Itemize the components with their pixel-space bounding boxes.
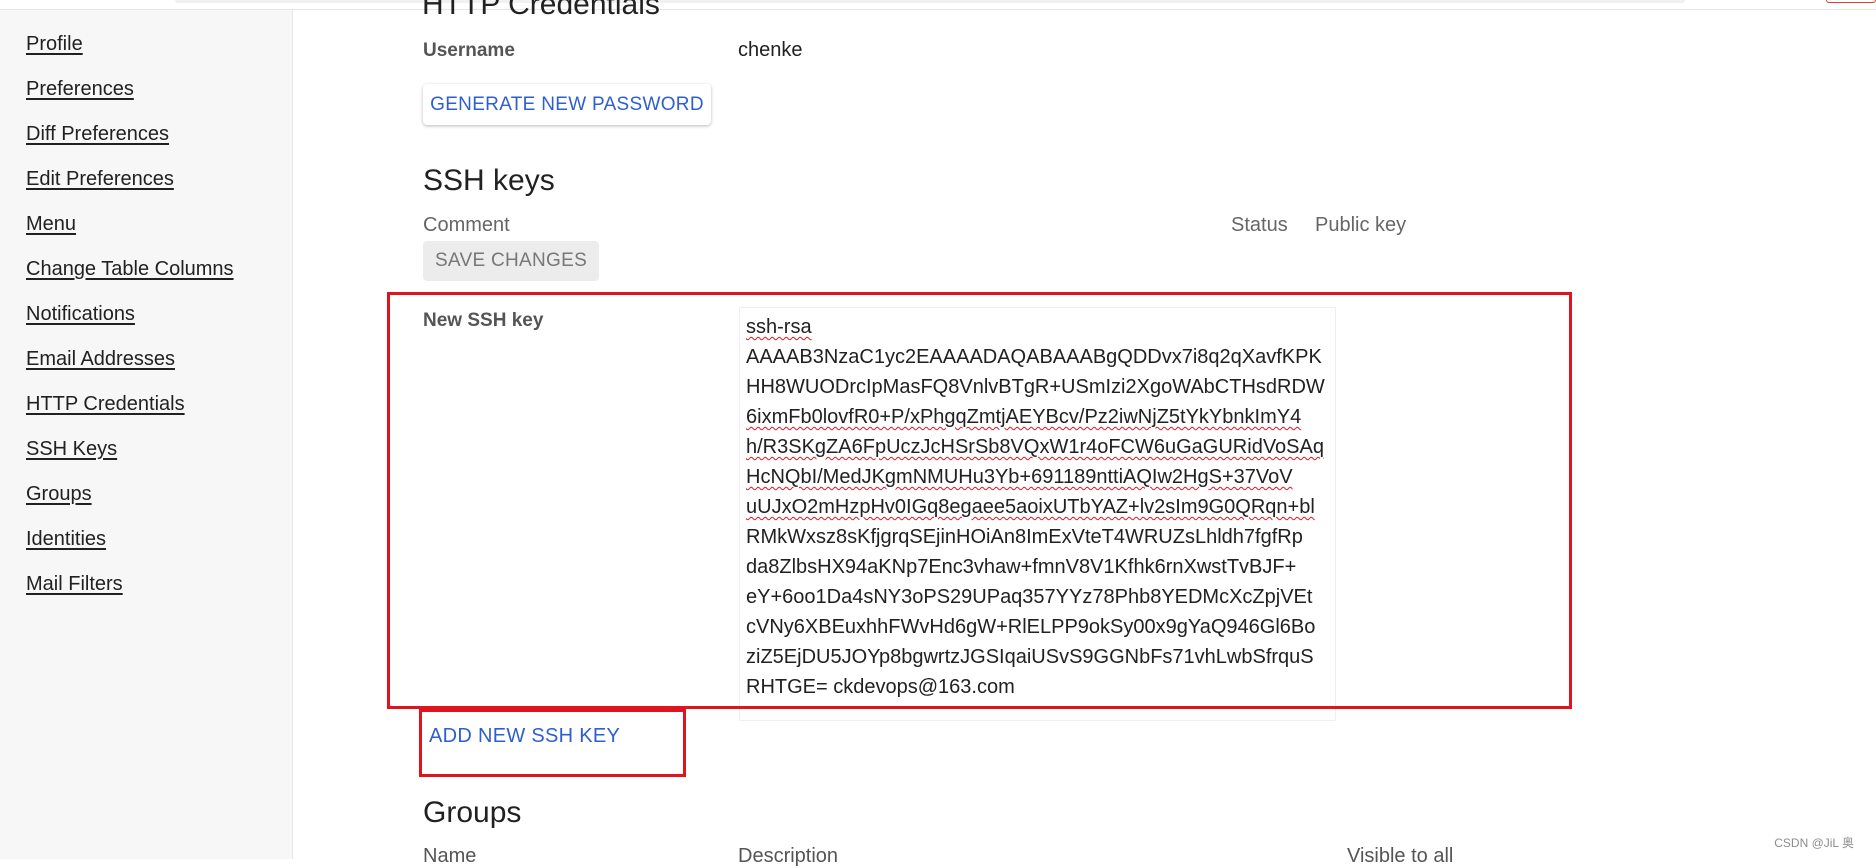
- groups-heading: Groups: [423, 796, 521, 830]
- generate-new-password-button[interactable]: GENERATE NEW PASSWORD: [423, 84, 711, 125]
- ssh-key-line-text: h/R3SKgZA6FpUczJcHSrSb8VQxW1r4oFCW6uGaGU…: [746, 436, 1324, 458]
- ssh-key-line: RHTGE= ckdevops@163.com: [746, 672, 1329, 702]
- ssh-key-line: RMkWxsz8sKfjgrqSEjinHOiAn8ImExVteT4WRUZs…: [746, 522, 1329, 552]
- sidebar-item-identities[interactable]: Identities: [26, 528, 106, 551]
- group-description-column-header: Description: [738, 845, 838, 868]
- ssh-keys-heading: SSH keys: [423, 164, 555, 198]
- ssh-key-line: HcNQbI/MedJKgmNMUHu3Yb+691189nttiAQIw2Hg…: [746, 462, 1329, 492]
- watermark: CSDN @JiL 奥: [1774, 834, 1854, 851]
- top-right-indicator: [1826, 0, 1876, 3]
- comment-column-header: Comment: [423, 214, 510, 237]
- sidebar-item-http-credentials[interactable]: HTTP Credentials: [26, 393, 185, 416]
- address-bar-edge: [175, 0, 1685, 3]
- ssh-key-line: eY+6oo1Da4sNY3oPS29UPaq357YYz78Phb8YEDMc…: [746, 582, 1329, 612]
- sidebar-item-mail-filters[interactable]: Mail Filters: [26, 573, 123, 596]
- ssh-key-line-text: ssh-rsa: [746, 316, 812, 338]
- sidebar-item-menu[interactable]: Menu: [26, 213, 76, 236]
- http-credentials-heading: HTTP Credentials: [422, 0, 660, 22]
- ssh-key-line: 6ixmFb0lovfR0+P/xPhgqZmtjAEYBcv/Pz2iwNjZ…: [746, 402, 1329, 432]
- new-ssh-key-label: New SSH key: [423, 310, 543, 332]
- status-column-header: Status: [1231, 214, 1288, 237]
- ssh-key-line: ssh-rsa: [746, 312, 1329, 342]
- sidebar-item-groups[interactable]: Groups: [26, 483, 92, 506]
- ssh-key-line-text: HcNQbI/MedJKgmNMUHu3Yb+691189nttiAQIw2Hg…: [746, 466, 1293, 488]
- sidebar-item-edit-preferences[interactable]: Edit Preferences: [26, 168, 174, 191]
- ssh-key-line-text: uUJxO2mHzpHv0IGq8egaee5aoixUTbYAZ+lv2sIm…: [746, 496, 1315, 518]
- browser-top-strip: [0, 0, 1876, 10]
- ssh-key-line: uUJxO2mHzpHv0IGq8egaee5aoixUTbYAZ+lv2sIm…: [746, 492, 1329, 522]
- save-changes-button[interactable]: SAVE CHANGES: [423, 241, 599, 281]
- ssh-key-line: cVNy6XBEuxhhFWvHd6gW+RlELPP9okSy00x9gYaQ…: [746, 612, 1329, 642]
- sidebar-item-email-addresses[interactable]: Email Addresses: [26, 348, 175, 371]
- new-ssh-key-textarea[interactable]: ssh-rsa AAAAB3NzaC1yc2EAAAADAQABAAABgQDD…: [739, 307, 1336, 721]
- username-value: chenke: [738, 39, 803, 62]
- sidebar-item-diff-preferences[interactable]: Diff Preferences: [26, 123, 169, 146]
- settings-main: HTTP Credentials Username chenke GENERAT…: [294, 10, 1876, 859]
- sidebar-item-notifications[interactable]: Notifications: [26, 303, 135, 326]
- ssh-key-line: h/R3SKgZA6FpUczJcHSrSb8VQxW1r4oFCW6uGaGU…: [746, 432, 1329, 462]
- ssh-key-line: da8ZlbsHX94aKNp7Enc3vhaw+fmnV8V1Kfhk6rnX…: [746, 552, 1329, 582]
- group-visible-column-header: Visible to all: [1347, 845, 1453, 868]
- ssh-key-line: ziZ5EjDU5JOYp8bgwrtzJGSIqaiUSvS9GGNbFs71…: [746, 642, 1329, 672]
- sidebar-item-preferences[interactable]: Preferences: [26, 78, 134, 101]
- ssh-key-line-text: 6ixmFb0lovfR0+P/xPhgqZmtjAEYBcv/Pz2iwNjZ…: [746, 406, 1301, 428]
- username-label: Username: [423, 40, 515, 62]
- public-key-column-header: Public key: [1315, 214, 1406, 237]
- group-name-column-header: Name: [423, 845, 476, 868]
- ssh-key-line: AAAAB3NzaC1yc2EAAAADAQABAAABgQDDvx7i8q2q…: [746, 342, 1329, 372]
- add-new-ssh-key-button[interactable]: ADD NEW SSH KEY: [429, 725, 620, 748]
- sidebar-item-profile[interactable]: Profile: [26, 33, 83, 56]
- ssh-key-line: HH8WUODrcIpMasFQ8VnlvBTgR+USmIzi2XgoWAbC…: [746, 372, 1329, 402]
- sidebar-item-ssh-keys[interactable]: SSH Keys: [26, 438, 117, 461]
- sidebar-item-change-table-columns[interactable]: Change Table Columns: [26, 258, 234, 281]
- settings-sidebar: Profile Preferences Diff Preferences Edi…: [0, 10, 293, 859]
